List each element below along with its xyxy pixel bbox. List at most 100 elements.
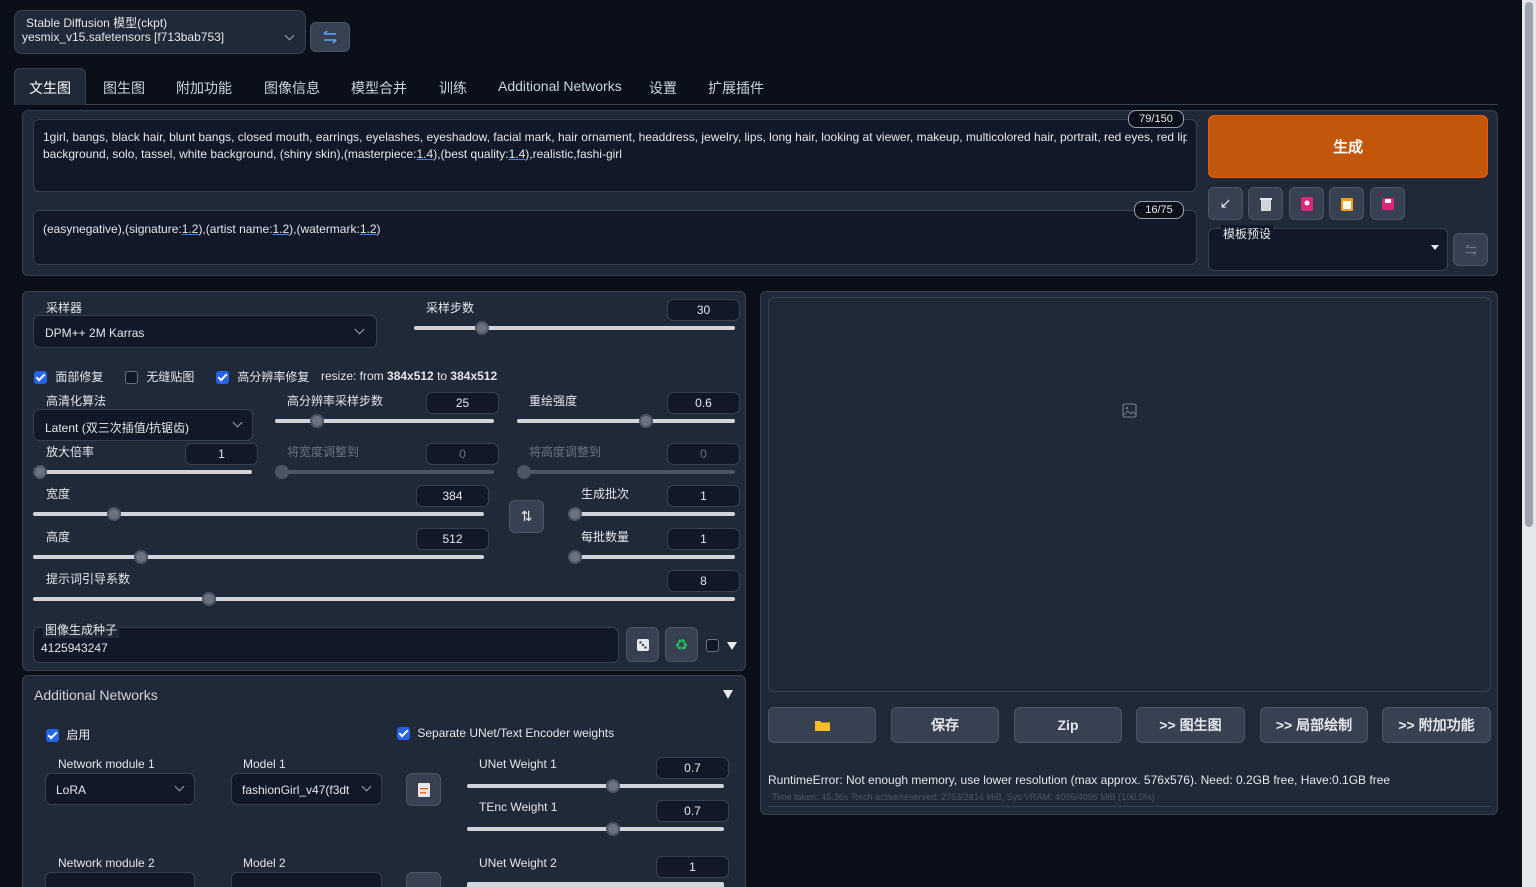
cfg-input[interactable]: 8 — [667, 570, 740, 592]
sampler-dropdown[interactable]: DPM++ 2M Karras — [33, 315, 377, 348]
clear-prompt-button[interactable] — [1248, 187, 1283, 220]
tab-img2img[interactable]: 图生图 — [103, 78, 145, 98]
send-to-extras-button[interactable]: >> 附加功能 — [1382, 707, 1491, 743]
open-folder-button[interactable] — [768, 707, 876, 743]
network-module-2-dropdown[interactable] — [45, 872, 195, 887]
width-slider[interactable] — [33, 507, 484, 521]
slider-thumb[interactable] — [107, 507, 122, 521]
hires-steps-slider[interactable] — [275, 414, 494, 428]
resize-height-slider[interactable] — [517, 465, 735, 479]
an-separate-weights-checkbox[interactable]: Separate UNet/Text Encoder weights — [397, 726, 614, 741]
swap-dimensions-button[interactable]: ⇅ — [509, 500, 544, 533]
denoise-slider[interactable] — [517, 414, 735, 428]
prompt-text-line2: background, solo, tassel, white backgrou… — [43, 147, 622, 161]
slider-thumb[interactable] — [475, 321, 490, 335]
height-input[interactable]: 512 — [416, 528, 489, 550]
additional-networks-title[interactable]: Additional Networks — [34, 687, 158, 703]
steps-label: 采样步数 — [426, 301, 475, 315]
hires-steps-input[interactable]: 25 — [426, 392, 499, 414]
tab-model-merge[interactable]: 模型合并 — [351, 78, 407, 98]
read-params-button[interactable]: ↙ — [1208, 187, 1243, 220]
show-extra-networks-button[interactable] — [1289, 187, 1324, 220]
collapse-triangle-icon[interactable] — [723, 690, 733, 699]
send-to-img2img-button[interactable]: >> 图生图 — [1136, 707, 1245, 743]
slider-thumb[interactable] — [605, 822, 620, 836]
tab-extensions[interactable]: 扩展插件 — [708, 78, 764, 98]
upscale-by-input[interactable]: 1 — [185, 443, 258, 465]
model-selector-dropdown[interactable]: yesmix_v15.safetensors [f713bab753] — [22, 30, 302, 50]
upscale-by-slider[interactable] — [33, 465, 252, 479]
denoise-input[interactable]: 0.6 — [667, 392, 740, 414]
an-enable-checkbox[interactable]: 启用 — [46, 726, 90, 743]
negative-prompt-input[interactable]: (easynegative),(signature:1.2),(artist n… — [33, 210, 1197, 265]
slider-thumb[interactable] — [568, 550, 582, 564]
random-seed-button[interactable] — [626, 627, 659, 662]
slider-thumb[interactable] — [639, 414, 654, 428]
unet-weight-2-slider[interactable] — [467, 882, 724, 887]
batch-count-slider[interactable] — [568, 507, 735, 521]
model-2-dropdown[interactable] — [231, 872, 382, 887]
width-input[interactable]: 384 — [416, 485, 489, 507]
steps-slider[interactable] — [414, 321, 735, 335]
resize-info: resize: from 384x512 to 384x512 — [321, 369, 498, 383]
style-preset-dropdown[interactable]: 模板预设 — [1208, 225, 1448, 271]
output-divider — [768, 806, 1491, 807]
prompt-input[interactable]: 1girl, bangs, black hair, blunt bangs, c… — [33, 119, 1197, 192]
slider-thumb[interactable] — [309, 414, 324, 428]
unet-weight-2-label: UNet Weight 2 — [479, 856, 557, 870]
refresh-icon — [1464, 243, 1477, 256]
slider-thumb[interactable] — [275, 465, 289, 479]
batch-count-input[interactable]: 1 — [667, 485, 740, 507]
seed-input[interactable]: 图像生成种子 4125943247 — [33, 621, 619, 663]
upscaler-dropdown[interactable]: Latent (双三次插值/抗锯齿) — [33, 409, 253, 441]
send-to-inpaint-button[interactable]: >> 局部绘制 — [1260, 707, 1368, 743]
model-1-info-button[interactable] — [406, 773, 441, 806]
tab-png-info[interactable]: 图像信息 — [264, 78, 320, 98]
tab-train[interactable]: 训练 — [439, 78, 467, 98]
refresh-styles-button[interactable] — [1453, 233, 1488, 266]
unet-weight-1-slider[interactable] — [467, 779, 724, 793]
network-module-1-dropdown[interactable]: LoRA — [45, 773, 195, 805]
resize-height-input[interactable]: 0 — [667, 443, 740, 465]
unet-weight-1-input[interactable]: 0.7 — [656, 757, 729, 779]
width-label: 宽度 — [46, 487, 71, 501]
model-1-dropdown[interactable]: fashionGirl_v47(f3dt — [231, 773, 382, 805]
resize-width-input[interactable]: 0 — [426, 443, 499, 465]
extra-seed-triangle-icon[interactable] — [727, 642, 737, 650]
generate-button[interactable]: 生成 — [1208, 115, 1488, 178]
tab-label-txt2img[interactable]: 文生图 — [29, 78, 71, 98]
save-style-button[interactable] — [1370, 187, 1405, 220]
denoise-label: 重绘强度 — [529, 394, 578, 408]
batch-size-slider[interactable] — [568, 550, 735, 564]
zip-button[interactable]: Zip — [1014, 707, 1122, 743]
tab-extras[interactable]: 附加功能 — [176, 78, 232, 98]
save-button[interactable]: 保存 — [891, 707, 999, 743]
slider-thumb[interactable] — [33, 465, 47, 479]
tenc-weight-1-label: TEnc Weight 1 — [479, 800, 558, 814]
tiling-checkbox[interactable]: 无缝贴图 — [125, 368, 194, 385]
tab-settings[interactable]: 设置 — [649, 78, 677, 98]
slider-thumb[interactable] — [605, 779, 620, 793]
cfg-slider[interactable] — [33, 592, 735, 606]
tenc-weight-1-input[interactable]: 0.7 — [656, 800, 729, 822]
hires-steps-label: 高分辨率采样步数 — [287, 394, 384, 408]
steps-input[interactable]: 30 — [667, 299, 740, 321]
height-slider[interactable] — [33, 550, 484, 564]
reuse-seed-button[interactable]: ♻ — [665, 627, 698, 662]
tenc-weight-1-slider[interactable] — [467, 822, 724, 836]
unet-weight-2-input[interactable]: 1 — [656, 856, 729, 878]
slider-thumb[interactable] — [568, 507, 582, 521]
hires-fix-checkbox[interactable]: 高分辨率修复 — [216, 368, 309, 385]
refresh-model-button[interactable] — [310, 22, 350, 52]
resize-width-slider[interactable] — [275, 465, 494, 479]
extra-seed-checkbox[interactable] — [706, 639, 719, 652]
apply-style-button[interactable] — [1329, 187, 1364, 220]
slider-thumb[interactable] — [201, 592, 216, 606]
slider-thumb[interactable] — [133, 550, 148, 564]
face-restore-checkbox[interactable]: 面部修复 — [34, 368, 103, 385]
model-2-info-button[interactable] — [406, 872, 441, 887]
batch-size-input[interactable]: 1 — [667, 528, 740, 550]
tab-additional-networks[interactable]: Additional Networks — [498, 78, 622, 94]
page-scrollbar-thumb[interactable] — [1525, 2, 1533, 527]
slider-thumb[interactable] — [517, 465, 531, 479]
